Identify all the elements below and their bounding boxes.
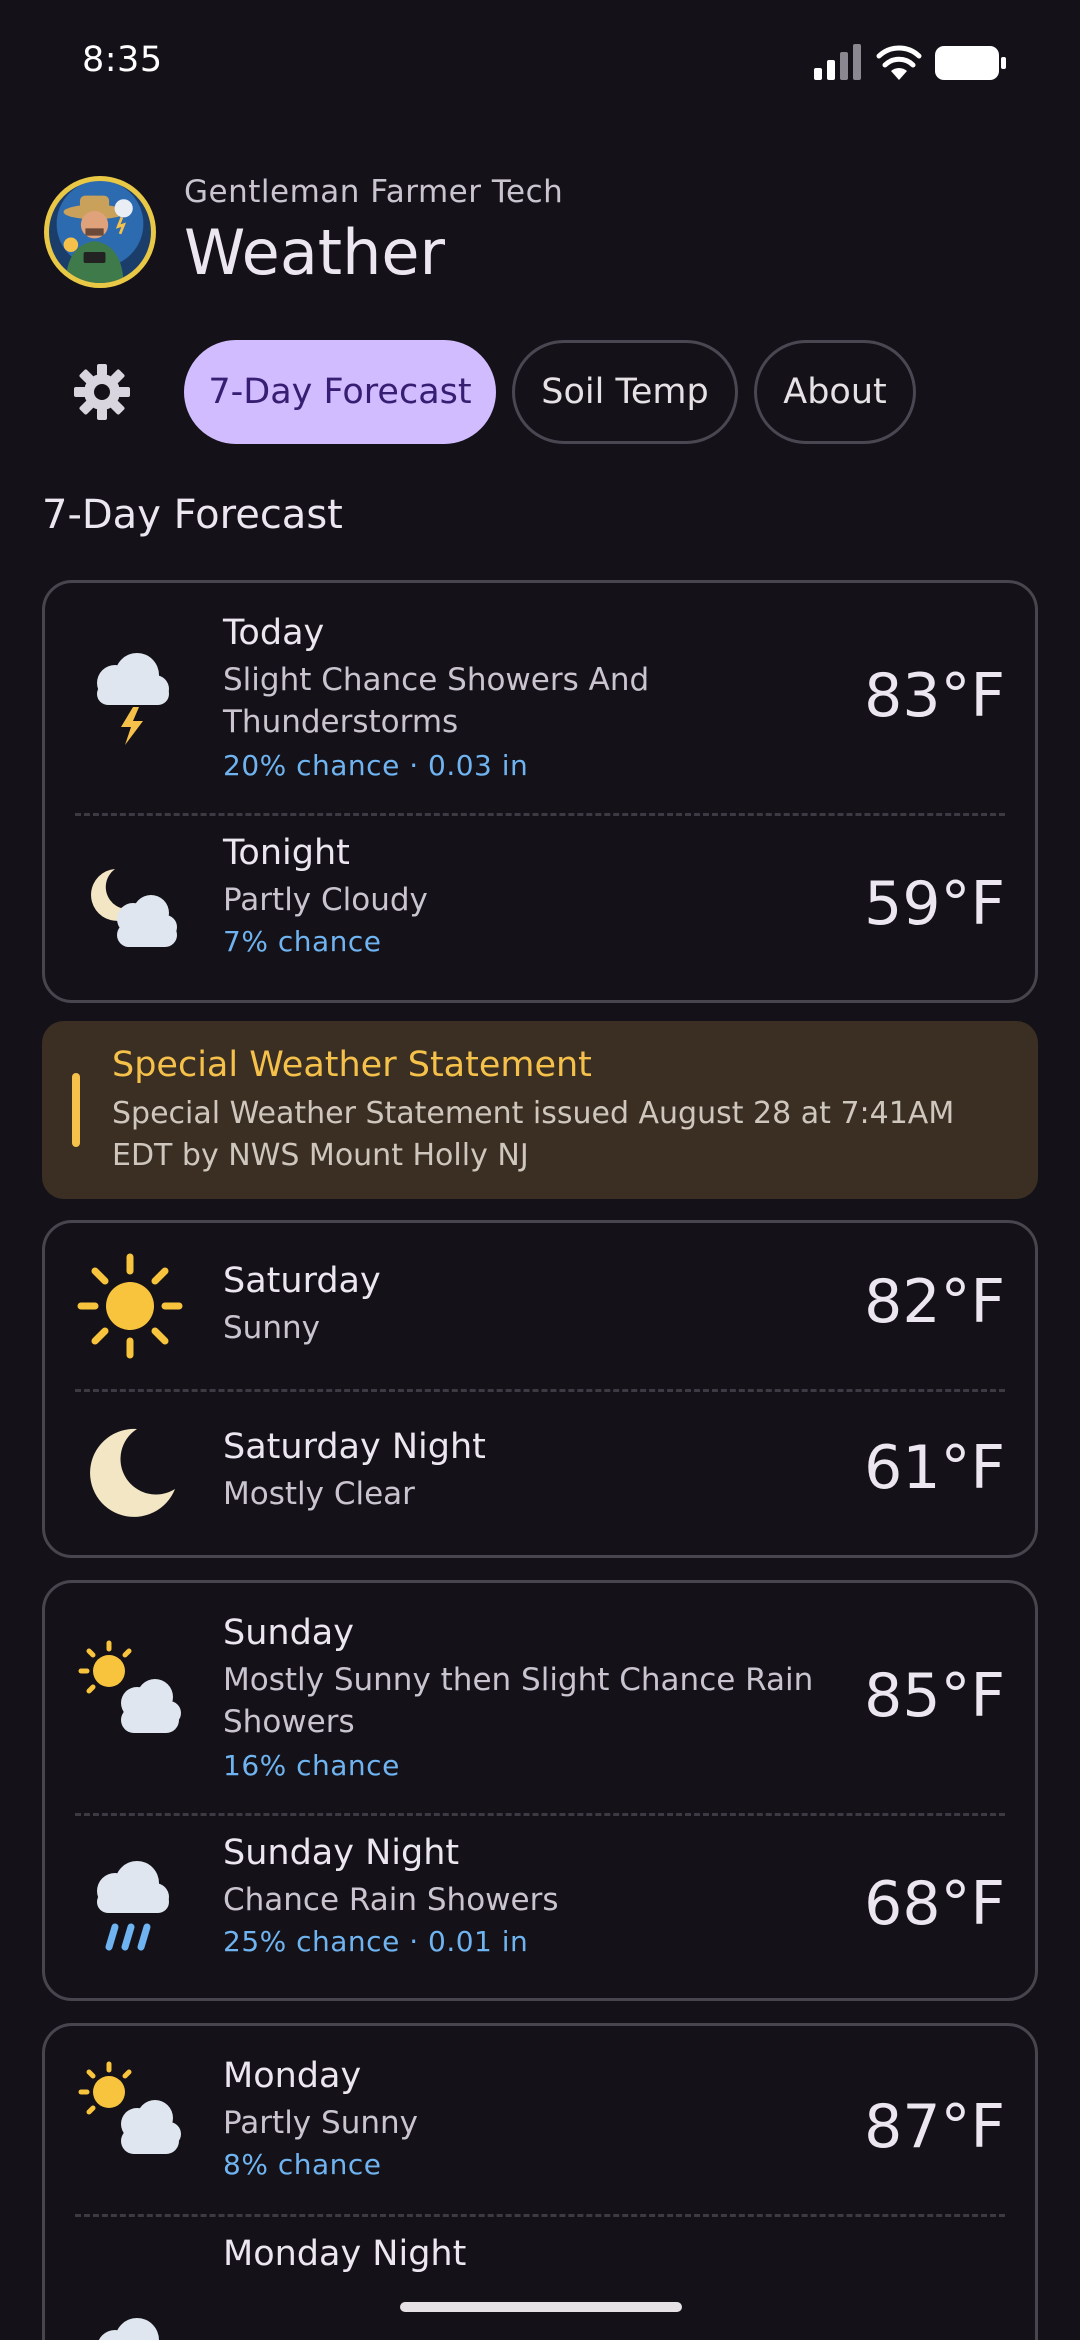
forecast-card: Sunday Mostly Sunny then Slight Chance R… bbox=[42, 1580, 1038, 2001]
app-screen: 8:35 Gentleman Farmer Tech Weather 7-Day… bbox=[0, 0, 1080, 2340]
forecast-description: Slight Chance Showers And Thunderstorms bbox=[223, 662, 650, 740]
section-title: 7-Day Forecast bbox=[42, 492, 343, 538]
forecast-temp: 83°F bbox=[864, 661, 1005, 731]
forecast-card: Today Slight Chance Showers And Thunders… bbox=[42, 580, 1038, 1003]
forecast-temp: 85°F bbox=[864, 1661, 1005, 1731]
forecast-precip: 25% chance · 0.01 in bbox=[223, 1925, 529, 1958]
forecast-period: Tonight bbox=[223, 833, 350, 873]
forecast-temp: 82°F bbox=[864, 1267, 1005, 1337]
forecast-period: Saturday Night bbox=[223, 1427, 486, 1467]
forecast-period: Sunday Night bbox=[223, 1833, 460, 1873]
app-subtitle: Gentleman Farmer Tech bbox=[184, 174, 564, 210]
forecast-description: Partly Cloudy bbox=[223, 882, 428, 918]
forecast-precip: 8% chance bbox=[223, 2148, 382, 2181]
status-bar: 8:35 bbox=[0, 0, 1080, 130]
home-indicator[interactable] bbox=[400, 2302, 682, 2312]
forecast-precip: 7% chance bbox=[223, 925, 382, 958]
avatar bbox=[44, 176, 156, 288]
forecast-temp: 87°F bbox=[864, 2092, 1005, 2162]
cellular-signal-icon bbox=[814, 44, 861, 80]
forecast-row-today[interactable]: Today Slight Chance Showers And Thunders… bbox=[45, 583, 1035, 813]
page-title: Weather bbox=[184, 216, 446, 289]
forecast-card: Saturday Sunny 82°F Saturday Night Mostl… bbox=[42, 1220, 1038, 1558]
tab-soil-temp[interactable]: Soil Temp bbox=[512, 340, 738, 444]
forecast-period: Monday bbox=[223, 2056, 362, 2096]
forecast-period: Saturday bbox=[223, 1261, 381, 1301]
forecast-description: Partly Sunny bbox=[223, 2105, 418, 2141]
forecast-description: Mostly Clear bbox=[223, 1476, 415, 1512]
alert-accent-bar bbox=[72, 1073, 80, 1147]
forecast-precip: 16% chance bbox=[223, 1749, 400, 1782]
sun-icon bbox=[77, 1253, 183, 1359]
forecast-precip: 20% chance · 0.03 in bbox=[223, 749, 529, 782]
sun-cloud-icon bbox=[78, 1640, 181, 1733]
weather-alert[interactable]: Special Weather Statement Special Weathe… bbox=[42, 1021, 1038, 1199]
forecast-period: Sunday bbox=[223, 1613, 354, 1653]
tab-about[interactable]: About bbox=[754, 340, 916, 444]
farmer-logo-icon bbox=[63, 195, 133, 283]
alert-text: Special Weather Statement issued August … bbox=[112, 1096, 955, 1173]
forecast-row-saturday[interactable]: Saturday Sunny 82°F bbox=[45, 1223, 1035, 1389]
forecast-description: Sunny bbox=[223, 1310, 320, 1346]
moon-icon bbox=[90, 1428, 175, 1517]
status-time: 8:35 bbox=[82, 40, 163, 80]
tab-label: 7-Day Forecast bbox=[208, 372, 472, 412]
tab-7-day-forecast[interactable]: 7-Day Forecast bbox=[184, 340, 496, 444]
forecast-temp: 61°F bbox=[864, 1433, 1005, 1503]
forecast-row-tonight[interactable]: Tonight Partly Cloudy 7% chance 59°F bbox=[45, 813, 1035, 1003]
forecast-row-sunday-night[interactable]: Sunday Night Chance Rain Showers 25% cha… bbox=[45, 1813, 1035, 2001]
forecast-period: Monday Night bbox=[223, 2234, 467, 2274]
forecast-description: Mostly Sunny then Slight Chance Rain Sho… bbox=[223, 1662, 814, 1740]
forecast-temp: 59°F bbox=[864, 869, 1005, 939]
tab-label: Soil Temp bbox=[541, 372, 709, 412]
forecast-row-monday[interactable]: Monday Partly Sunny 8% chance 87°F bbox=[45, 2026, 1035, 2214]
battery-icon bbox=[935, 46, 1006, 80]
thunderstorm-icon bbox=[97, 653, 169, 745]
forecast-row-saturday-night[interactable]: Saturday Night Mostly Clear 61°F bbox=[45, 1389, 1035, 1557]
gear-icon[interactable] bbox=[74, 364, 130, 420]
tab-label: About bbox=[783, 372, 887, 412]
rain-icon bbox=[97, 1861, 169, 1951]
cloud-icon bbox=[98, 2318, 159, 2340]
forecast-row-sunday[interactable]: Sunday Mostly Sunny then Slight Chance R… bbox=[45, 1583, 1035, 1813]
tab-bar: 7-Day Forecast Soil Temp About bbox=[44, 338, 1044, 444]
forecast-row-monday-night[interactable]: Monday Night bbox=[45, 2214, 1035, 2340]
app-header: Gentleman Farmer Tech Weather bbox=[44, 174, 1044, 294]
sun-cloud-icon bbox=[78, 2061, 181, 2154]
moon-cloud-icon bbox=[91, 869, 177, 947]
wifi-icon bbox=[876, 45, 922, 80]
forecast-card: Monday Partly Sunny 8% chance 87°F Monda… bbox=[42, 2023, 1038, 2340]
alert-title: Special Weather Statement bbox=[112, 1045, 592, 1085]
forecast-description: Chance Rain Showers bbox=[223, 1882, 559, 1918]
forecast-temp: 68°F bbox=[864, 1869, 1005, 1939]
forecast-period: Today bbox=[223, 613, 325, 653]
